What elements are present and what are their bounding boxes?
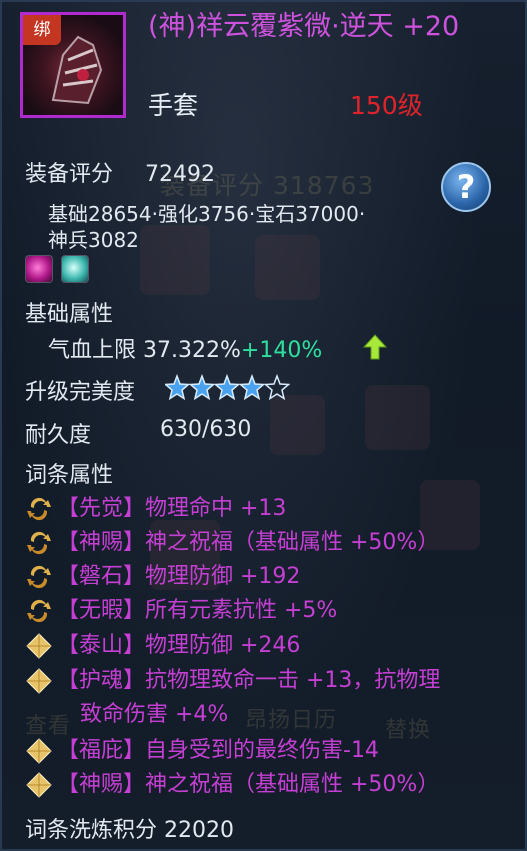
affix-text: 【先觉】物理命中 +13 bbox=[57, 496, 287, 521]
score-label: 装备评分 bbox=[25, 162, 114, 187]
bound-tag: 绑 bbox=[23, 15, 61, 45]
stat-bonus: +140% bbox=[240, 338, 323, 363]
ghost-button-right: 替换 bbox=[385, 718, 432, 743]
affix-text-continued: 致命伤害 +4% bbox=[80, 702, 229, 727]
affix-text: 【无暇】所有元素抗性 +5% bbox=[57, 598, 338, 623]
green-up-arrow-icon bbox=[363, 334, 387, 360]
refine-swirl-icon bbox=[27, 565, 51, 589]
refine-points-label: 词条洗炼积分 bbox=[25, 818, 158, 843]
affix-text: 【神赐】神之祝福（基础属性 +50%） bbox=[57, 772, 440, 797]
ghost-slot bbox=[255, 235, 320, 300]
refine-swirl-icon bbox=[27, 599, 51, 623]
item-tooltip-panel: 装备评分 318763 查看 昂扬日历 替换 绑 (神)祥云覆紫微·逆天 +20… bbox=[0, 0, 527, 851]
item-type: 手套 bbox=[148, 91, 199, 120]
star-filled-icon bbox=[189, 375, 215, 400]
durability-value: 630/630 bbox=[160, 417, 252, 442]
gold-diamond-icon bbox=[26, 738, 52, 764]
item-icon: 绑 bbox=[20, 12, 126, 118]
affix-text: 【神赐】神之祝福（基础属性 +50%） bbox=[57, 530, 440, 555]
refine-swirl-icon bbox=[27, 531, 51, 555]
ghost-slot bbox=[140, 225, 210, 295]
item-level: 150级 bbox=[350, 91, 423, 120]
perfection-label: 升级完美度 bbox=[25, 380, 136, 405]
score-row: 装备评分 72492 bbox=[25, 156, 215, 188]
refine-points-value: 22020 bbox=[164, 818, 235, 843]
star-filled-icon bbox=[214, 375, 240, 400]
refine-swirl-icon bbox=[27, 497, 51, 521]
score-breakdown-line1: 基础28654·强化3756·宝石37000· bbox=[48, 202, 366, 226]
refine-points-row: 词条洗炼积分 22020 bbox=[25, 812, 234, 844]
star-empty-icon bbox=[264, 375, 290, 400]
affix-text: 【福庇】自身受到的最终伤害-14 bbox=[57, 738, 379, 763]
ghost-slot bbox=[365, 385, 430, 450]
affix-text: 【磐石】物理防御 +192 bbox=[57, 564, 301, 589]
affix-text: 【护魂】抗物理致命一击 +13，抗物理 bbox=[57, 668, 441, 693]
base-attr-header: 基础属性 bbox=[25, 302, 114, 327]
stat-label: 气血上限 37.322% bbox=[48, 338, 241, 363]
ruby-gem-icon[interactable] bbox=[25, 255, 53, 283]
item-header: 绑 (神)祥云覆紫微·逆天 +20 手套 150级 bbox=[0, 0, 527, 150]
gold-diamond-icon bbox=[26, 668, 52, 694]
gold-diamond-icon bbox=[26, 772, 52, 798]
item-name: (神)祥云覆紫微·逆天 +20 bbox=[148, 11, 460, 42]
star-filled-icon bbox=[239, 375, 265, 400]
help-button[interactable]: ? bbox=[441, 162, 491, 212]
affix-text: 【泰山】物理防御 +246 bbox=[57, 633, 301, 658]
base-attr-stat: 气血上限 37.322%+140% bbox=[48, 332, 322, 364]
score-value: 72492 bbox=[145, 162, 216, 187]
ghost-slot bbox=[270, 395, 325, 455]
score-breakdown-line2: 神兵3082 bbox=[48, 228, 139, 252]
durability-label: 耐久度 bbox=[25, 423, 92, 448]
perfection-stars bbox=[165, 375, 290, 400]
affix-header: 词条属性 bbox=[25, 463, 114, 488]
gold-diamond-icon bbox=[26, 633, 52, 659]
ghost-button-mid: 昂扬日历 bbox=[245, 708, 338, 733]
aquamarine-gem-icon[interactable] bbox=[61, 255, 89, 283]
star-filled-icon bbox=[165, 375, 190, 400]
